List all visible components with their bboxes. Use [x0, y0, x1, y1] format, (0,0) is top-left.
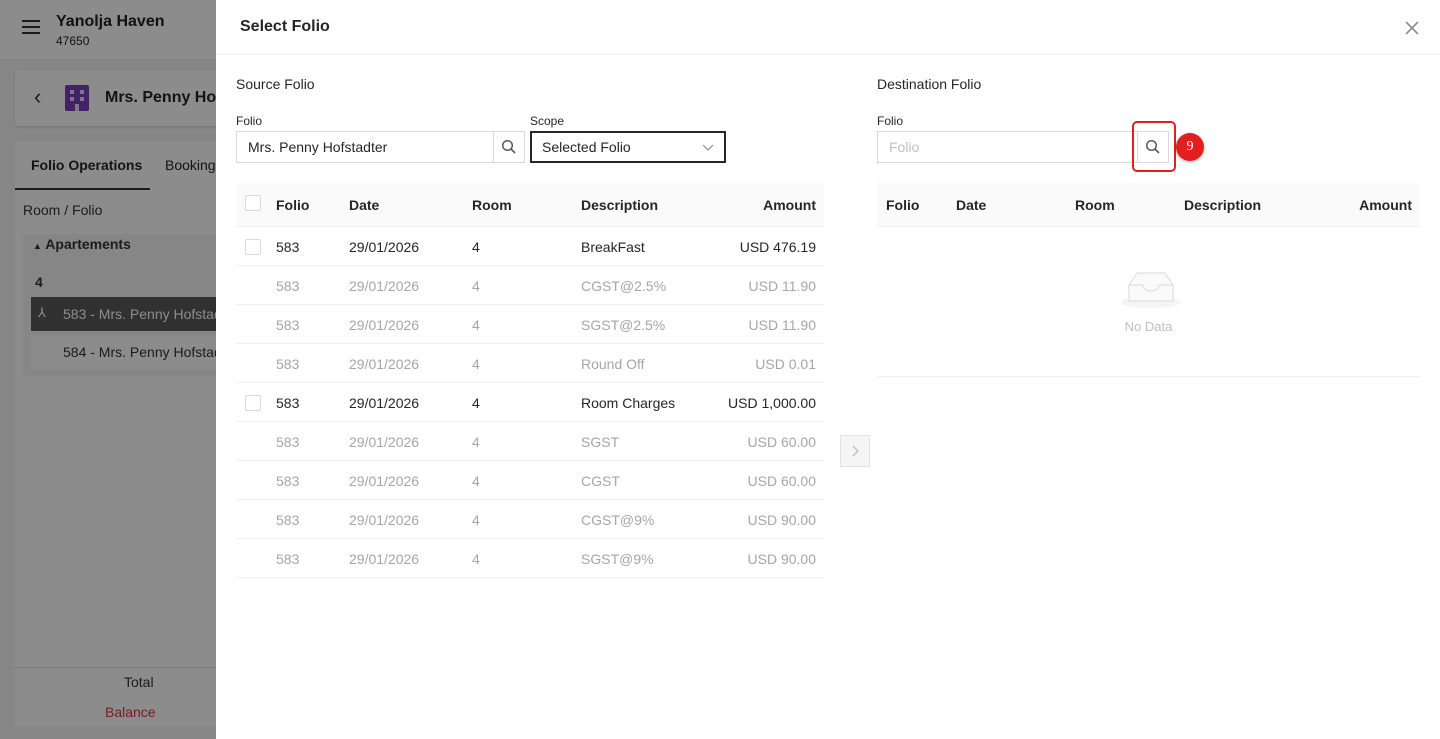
- no-data-text: No Data: [1124, 319, 1173, 334]
- cell-amount: USD 60.00: [747, 473, 816, 489]
- cell-room: 4: [472, 239, 480, 255]
- destination-folio-title: Destination Folio: [877, 76, 982, 92]
- row-checkbox[interactable]: [245, 239, 261, 255]
- source-folio-input[interactable]: Mrs. Penny Hofstadter: [236, 131, 494, 163]
- scope-label: Scope: [530, 114, 565, 128]
- drawer-title: Select Folio: [240, 18, 330, 35]
- cell-date: 29/01/2026: [349, 317, 420, 333]
- table-row: 583 29/01/2026 4 Round Off USD 0.01: [236, 344, 824, 383]
- row-checkbox[interactable]: [245, 395, 261, 411]
- cell-folio: 583: [276, 395, 300, 411]
- cell-folio: 583: [276, 551, 300, 567]
- cell-room: 4: [472, 434, 480, 450]
- col-date: Date: [349, 197, 380, 213]
- destination-table-header: Folio Date Room Description Amount: [877, 183, 1420, 227]
- search-icon: [1145, 139, 1160, 154]
- cell-room: 4: [472, 395, 480, 411]
- destination-search-button[interactable]: [1137, 131, 1169, 163]
- table-row: 583 29/01/2026 4 CGST USD 60.00: [236, 461, 824, 500]
- cell-room: 4: [472, 317, 480, 333]
- cell-description: SGST@2.5%: [581, 317, 666, 333]
- chevron-right-icon: [852, 445, 859, 457]
- cell-date: 29/01/2026: [349, 512, 420, 528]
- table-row[interactable]: 583 29/01/2026 4 Room Charges USD 1,000.00: [236, 383, 824, 422]
- cell-room: 4: [472, 551, 480, 567]
- cell-description: CGST@2.5%: [581, 278, 667, 294]
- step-badge: 9: [1176, 133, 1204, 161]
- cell-folio: 583: [276, 239, 300, 255]
- cell-amount: USD 476.19: [739, 239, 816, 255]
- table-row: 583 29/01/2026 4 CGST@9% USD 90.00: [236, 500, 824, 539]
- col-amount: Amount: [763, 197, 816, 213]
- cell-folio: 583: [276, 317, 300, 333]
- source-folio-label: Folio: [236, 114, 263, 128]
- destination-folio-label: Folio: [877, 114, 904, 128]
- cell-date: 29/01/2026: [349, 239, 420, 255]
- source-search-button[interactable]: [493, 131, 525, 163]
- cell-date: 29/01/2026: [349, 395, 420, 411]
- cell-date: 29/01/2026: [349, 278, 420, 294]
- scope-value: Selected Folio: [542, 139, 631, 155]
- cell-description: SGST: [581, 434, 620, 450]
- cell-amount: USD 60.00: [747, 434, 816, 450]
- drawer-header: Select Folio: [216, 0, 1440, 55]
- select-folio-drawer: Select Folio Source Folio Folio Mrs. Pen…: [216, 0, 1440, 739]
- search-icon: [501, 139, 516, 154]
- cell-description: CGST: [581, 473, 620, 489]
- cell-room: 4: [472, 278, 480, 294]
- cell-folio: 583: [276, 473, 300, 489]
- cell-amount: USD 90.00: [747, 512, 816, 528]
- cell-folio: 583: [276, 356, 300, 372]
- cell-room: 4: [472, 512, 480, 528]
- cell-description: BreakFast: [581, 239, 645, 255]
- cell-amount: USD 11.90: [748, 278, 816, 294]
- col-room: Room: [472, 197, 512, 213]
- cell-description: SGST@9%: [581, 551, 654, 567]
- destination-folio-input[interactable]: Folio: [877, 131, 1137, 163]
- source-table-header: Folio Date Room Description Amount: [236, 183, 824, 227]
- close-icon[interactable]: [1403, 19, 1421, 37]
- cell-folio: 583: [276, 512, 300, 528]
- table-row: 583 29/01/2026 4 SGST@2.5% USD 11.90: [236, 305, 824, 344]
- table-row: 583 29/01/2026 4 CGST@2.5% USD 11.90: [236, 266, 824, 305]
- chevron-down-icon: [702, 144, 714, 151]
- col-date: Date: [956, 197, 987, 213]
- table-row: 583 29/01/2026 4 SGST@9% USD 90.00: [236, 539, 824, 578]
- cell-folio: 583: [276, 278, 300, 294]
- cell-folio: 583: [276, 434, 300, 450]
- cell-description: Round Off: [581, 356, 645, 372]
- col-folio: Folio: [886, 197, 920, 213]
- cell-date: 29/01/2026: [349, 551, 420, 567]
- cell-description: CGST@9%: [581, 512, 655, 528]
- source-folio-title: Source Folio: [236, 76, 315, 92]
- col-description: Description: [1184, 197, 1262, 213]
- empty-inbox-icon: [1121, 272, 1181, 308]
- cell-amount: USD 90.00: [747, 551, 816, 567]
- cell-amount: USD 11.90: [748, 317, 816, 333]
- scope-select[interactable]: Selected Folio: [530, 131, 726, 163]
- destination-empty-state: No Data: [877, 227, 1420, 377]
- table-row[interactable]: 583 29/01/2026 4 BreakFast USD 476.19: [236, 227, 824, 266]
- transfer-button[interactable]: [840, 435, 870, 467]
- cell-date: 29/01/2026: [349, 356, 420, 372]
- cell-description: Room Charges: [581, 395, 676, 411]
- select-all-checkbox[interactable]: [245, 195, 261, 211]
- cell-amount: USD 1,000.00: [728, 395, 816, 411]
- col-amount: Amount: [1359, 197, 1412, 213]
- cell-room: 4: [472, 356, 480, 372]
- cell-date: 29/01/2026: [349, 473, 420, 489]
- cell-room: 4: [472, 473, 480, 489]
- table-row: 583 29/01/2026 4 SGST USD 60.00: [236, 422, 824, 461]
- col-room: Room: [1075, 197, 1115, 213]
- col-description: Description: [581, 197, 659, 213]
- col-folio: Folio: [276, 197, 310, 213]
- cell-amount: USD 0.01: [755, 356, 816, 372]
- cell-date: 29/01/2026: [349, 434, 420, 450]
